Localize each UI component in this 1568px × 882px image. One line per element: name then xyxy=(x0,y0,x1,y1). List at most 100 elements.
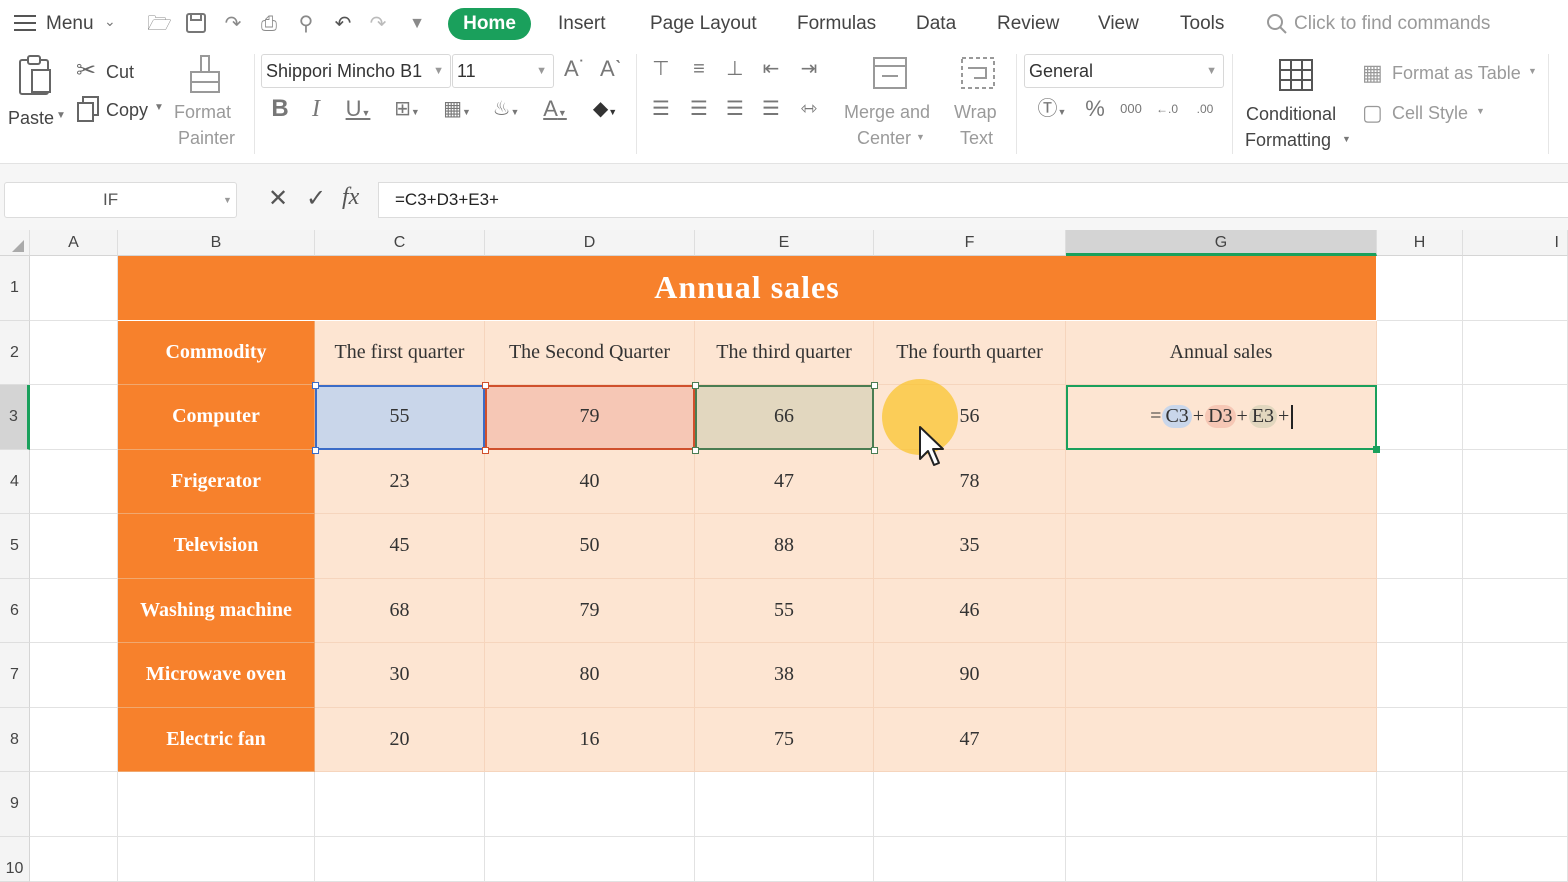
increase-indent-icon[interactable]: ⇥ xyxy=(796,56,822,82)
cell-a4[interactable] xyxy=(30,449,118,514)
cell-b9[interactable] xyxy=(118,772,315,837)
align-top-icon[interactable]: ⊤ xyxy=(648,56,674,82)
header-cell[interactable]: Annual sales xyxy=(1066,320,1377,385)
align-right-icon[interactable]: ☰ xyxy=(722,96,748,122)
value-cell[interactable]: 47 xyxy=(695,449,874,514)
editing-cell[interactable]: = C3 + D3 + E3 + xyxy=(1066,385,1377,450)
row-header-3[interactable]: 3 xyxy=(0,385,30,450)
row-header-7[interactable]: 7 xyxy=(0,643,30,708)
font-color-icon[interactable]: A▼ xyxy=(534,96,576,126)
selection-handle[interactable] xyxy=(871,382,878,389)
row-header-6[interactable]: 6 xyxy=(0,578,30,643)
tab-data[interactable]: Data xyxy=(916,13,956,35)
cancel-icon[interactable]: ✕ xyxy=(268,184,288,213)
cell-i6[interactable] xyxy=(1463,578,1568,643)
tab-tools[interactable]: Tools xyxy=(1180,13,1224,35)
chevron-down-icon[interactable]: ▼ xyxy=(223,183,232,217)
value-cell[interactable]: 79 xyxy=(485,578,695,643)
cell-h2[interactable] xyxy=(1377,320,1463,385)
wrap-text-button[interactable]: Wrap Text xyxy=(948,56,1010,152)
annual-total-cell[interactable] xyxy=(1066,707,1377,772)
align-bottom-icon[interactable]: ⊥ xyxy=(722,56,748,82)
cell-a10[interactable] xyxy=(30,836,118,882)
select-all-corner[interactable] xyxy=(0,230,30,256)
tab-insert[interactable]: Insert xyxy=(558,13,606,35)
value-cell[interactable]: 47 xyxy=(874,707,1066,772)
cell-f9[interactable] xyxy=(874,772,1066,837)
save-icon[interactable] xyxy=(184,12,208,36)
cond-caret[interactable]: ▼ xyxy=(1342,134,1351,144)
cell-h10[interactable] xyxy=(1377,836,1463,882)
tab-formulas[interactable]: Formulas xyxy=(797,13,876,35)
value-cell[interactable]: 35 xyxy=(874,514,1066,579)
print-preview-icon[interactable]: ⚲ xyxy=(294,12,318,36)
value-cell[interactable]: 46 xyxy=(874,578,1066,643)
column-header-e[interactable]: E xyxy=(695,230,874,256)
cell-a5[interactable] xyxy=(30,514,118,579)
increase-decimal-icon[interactable]: ←.0 xyxy=(1152,96,1182,122)
row-header-2[interactable]: 2 xyxy=(0,320,30,385)
cut-button[interactable]: ✂ Cut xyxy=(76,56,146,86)
cell-i2[interactable] xyxy=(1463,320,1568,385)
eraser-icon[interactable]: ◆▼ xyxy=(584,96,626,125)
value-cell[interactable]: 45 xyxy=(315,514,485,579)
cell-h7[interactable] xyxy=(1377,643,1463,708)
value-cell[interactable]: 78 xyxy=(874,449,1066,514)
cell-a2[interactable] xyxy=(30,320,118,385)
column-header-h[interactable]: H xyxy=(1377,230,1463,256)
italic-icon[interactable]: I xyxy=(304,96,328,122)
header-cell[interactable]: The third quarter xyxy=(695,320,874,385)
decrease-indent-icon[interactable]: ⇤ xyxy=(758,56,784,82)
row-header-4[interactable]: 4 xyxy=(0,449,30,514)
cell-e10[interactable] xyxy=(695,836,874,882)
selection-handle[interactable] xyxy=(482,382,489,389)
selection-handle[interactable] xyxy=(692,382,699,389)
cell-a9[interactable] xyxy=(30,772,118,837)
column-header-f[interactable]: F xyxy=(874,230,1066,256)
cell-a3[interactable] xyxy=(30,385,118,450)
fill-handle[interactable] xyxy=(1373,445,1380,453)
undo-icon[interactable]: ↶ xyxy=(331,12,355,36)
formula-input[interactable]: =C3+D3+E3+ xyxy=(378,182,1568,218)
row-header-1[interactable]: 1 xyxy=(0,256,30,321)
annual-total-cell[interactable] xyxy=(1066,514,1377,579)
font-family-select[interactable]: Shippori Mincho B1 ▼ xyxy=(261,54,451,88)
decrease-font-icon[interactable]: Aˋ xyxy=(598,56,624,82)
fill-pattern-icon[interactable]: ▦▼ xyxy=(436,96,478,125)
export-icon[interactable]: ↷ xyxy=(221,12,245,36)
value-cell[interactable]: 38 xyxy=(695,643,874,708)
command-search[interactable]: Click to find commands xyxy=(1266,10,1556,40)
print-icon[interactable]: ⎙ xyxy=(257,12,281,36)
category-cell[interactable]: Computer xyxy=(118,385,315,450)
font-size-select[interactable]: 11 ▼ xyxy=(452,54,554,88)
cell-a8[interactable] xyxy=(30,707,118,772)
cell-b10[interactable] xyxy=(118,836,315,882)
increase-font-icon[interactable]: A˙ xyxy=(562,56,588,82)
row-header-5[interactable]: 5 xyxy=(0,514,30,579)
column-header-b[interactable]: B xyxy=(118,230,315,256)
align-center-icon[interactable]: ☰ xyxy=(686,96,712,122)
header-cell[interactable]: The fourth quarter xyxy=(874,320,1066,385)
cell-d9[interactable] xyxy=(485,772,695,837)
insert-function-icon[interactable]: fx xyxy=(342,184,359,211)
cell-e9[interactable] xyxy=(695,772,874,837)
cell-g9[interactable] xyxy=(1066,772,1377,837)
customize-toolbar-icon[interactable]: ▼ xyxy=(405,12,429,36)
value-cell[interactable]: 50 xyxy=(485,514,695,579)
title-cell[interactable]: Annual sales xyxy=(118,256,1376,320)
annual-total-cell[interactable] xyxy=(1066,449,1377,514)
row-header-9[interactable]: 9 xyxy=(0,772,30,837)
hamburger-icon[interactable] xyxy=(14,14,36,32)
currency-icon[interactable]: Ⓣ▼ xyxy=(1030,96,1074,125)
copy-caret[interactable]: ▼ xyxy=(154,102,164,113)
cell-i3[interactable] xyxy=(1463,385,1568,450)
cell-i5[interactable] xyxy=(1463,514,1568,579)
value-cell[interactable]: 56 xyxy=(874,385,1066,450)
value-cell[interactable]: 23 xyxy=(315,449,485,514)
column-header-d[interactable]: D xyxy=(485,230,695,256)
cell-g10[interactable] xyxy=(1066,836,1377,882)
cell-h9[interactable] xyxy=(1377,772,1463,837)
category-cell[interactable]: Washing machine xyxy=(118,578,315,643)
column-header-g[interactable]: G xyxy=(1066,230,1377,256)
open-folder-icon[interactable]: 🗁 xyxy=(147,12,172,36)
